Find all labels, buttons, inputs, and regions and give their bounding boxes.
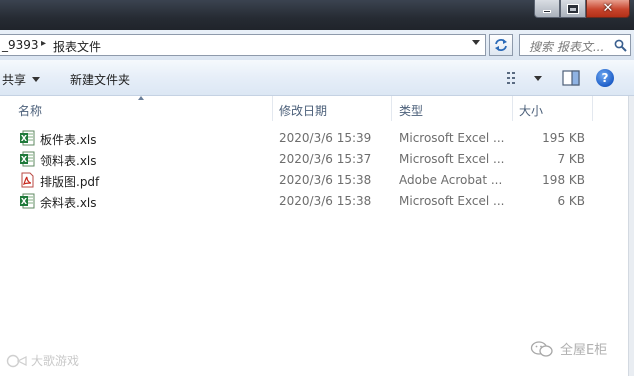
file-name: 板件表.xls [40,133,97,147]
vertical-scrollbar[interactable] [628,96,634,376]
watermark-right-text: 全屋E柜 [560,343,608,358]
close-icon: ✕ [602,1,614,16]
window-caption-buttons: ✕ [534,0,630,18]
file-row[interactable]: X 领料表.xls 2020/3/6 15:37 Microsoft Excel… [0,149,634,170]
file-size: 198 KB [542,173,585,187]
column-divider[interactable] [272,96,273,121]
search-input[interactable]: 搜索 报表文... [519,34,631,56]
breadcrumb-parent[interactable]: _9393 [2,38,39,52]
window-title-bar: ✕ [0,0,634,30]
column-divider[interactable] [592,96,593,121]
file-type: Microsoft Excel ... [399,131,505,145]
file-type: Microsoft Excel ... [399,194,505,208]
file-size: 195 KB [542,131,585,145]
watermark-logo-icon [6,354,27,367]
svg-text:X: X [21,134,28,143]
excel-file-icon: X [20,151,35,167]
file-type: Microsoft Excel ... [399,152,505,166]
view-options-icon [507,72,515,84]
file-list-header: 名称 修改日期 类型 大小 [0,96,634,121]
help-icon[interactable]: ? [596,69,614,87]
address-bar-row: _9393 ▸ 报表文件 搜索 报表文... [0,30,634,60]
search-icon[interactable] [614,39,627,52]
file-name: 排版图.pdf [40,175,100,189]
excel-file-icon: X [20,193,35,209]
new-folder-button[interactable]: 新建文件夹 [70,71,130,88]
maximize-button[interactable] [560,0,586,18]
close-button[interactable]: ✕ [586,0,630,18]
watermark-right: 全屋E柜 [530,339,607,358]
column-header-name[interactable]: 名称 [18,102,42,119]
breadcrumb-separator-icon[interactable]: ▸ [41,38,46,49]
file-size: 7 KB [557,152,585,166]
address-history-dropdown-icon[interactable] [472,40,480,45]
column-divider[interactable] [391,96,392,121]
sort-ascending-icon [138,96,144,100]
file-type: Adobe Acrobat ... [399,173,503,187]
chevron-down-icon [32,77,41,82]
file-size: 6 KB [557,194,585,208]
column-divider[interactable] [512,96,513,121]
wechat-icon [530,340,553,357]
minimize-button[interactable] [534,0,560,18]
file-row[interactable]: X 余料表.xls 2020/3/6 15:38 Microsoft Excel… [0,191,634,212]
file-row[interactable]: X 板件表.xls 2020/3/6 15:39 Microsoft Excel… [0,128,634,149]
chevron-down-icon[interactable] [534,75,542,81]
svg-text:X: X [21,197,28,206]
command-toolbar: 共享 新建文件夹 ? [0,60,634,96]
column-header-date[interactable]: 修改日期 [279,102,327,119]
refresh-icon [495,39,507,51]
column-header-type[interactable]: 类型 [399,102,423,119]
pdf-file-icon [21,172,34,188]
column-header-size[interactable]: 大小 [519,102,543,119]
share-menu-button[interactable]: 共享 [2,71,41,88]
svg-text:X: X [21,155,28,164]
share-label: 共享 [2,73,27,87]
breadcrumb-current[interactable]: 报表文件 [53,38,101,55]
address-bar[interactable]: _9393 ▸ 报表文件 [0,34,486,56]
search-placeholder: 搜索 报表文... [529,40,605,54]
maximize-icon [568,4,578,13]
file-modified-date: 2020/3/6 15:37 [279,152,372,166]
minimize-icon [543,9,551,13]
change-view-button[interactable] [506,71,542,85]
file-modified-date: 2020/3/6 15:38 [279,194,372,208]
file-modified-date: 2020/3/6 15:38 [279,173,372,187]
excel-file-icon: X [20,130,35,146]
watermark-left-text: 大歌游戏 [31,354,80,368]
refresh-button[interactable] [489,34,513,56]
file-modified-date: 2020/3/6 15:39 [279,131,372,145]
watermark-left: 大歌游戏 [6,352,79,369]
file-row[interactable]: 排版图.pdf 2020/3/6 15:38 Adobe Acrobat ...… [0,170,634,191]
preview-pane-icon[interactable] [562,70,580,86]
file-name: 领料表.xls [40,154,97,168]
file-name: 余料表.xls [40,196,97,210]
